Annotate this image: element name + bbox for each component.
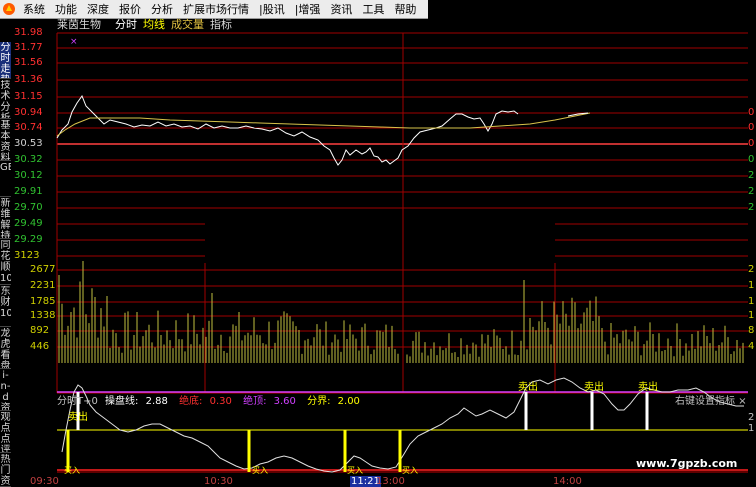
divider-label: 分界: 2.00 — [307, 396, 360, 407]
indicator-header: 分时T+0 操盘线: 2.88 绝底: 0.30 绝顶: 3.60 分界: 2.… — [57, 395, 368, 408]
abs-bottom-label: 绝底: 0.30 — [179, 396, 232, 407]
volume-right-label: 2 — [748, 264, 755, 275]
sell-signal-label: 卖出 — [584, 382, 604, 393]
price-pct-label: 2 — [748, 186, 755, 197]
price-axis-label: 30.12 — [14, 170, 43, 181]
intraday-chart[interactable]: × — [0, 0, 756, 487]
time-axis-label: 09:30 — [30, 476, 59, 487]
price-pct-label: 0 — [748, 122, 755, 133]
abs-top-label: 绝顶: 3.60 — [243, 396, 296, 407]
volume-axis-label: 892 — [30, 325, 50, 336]
watermark: www.7gpzb.com — [636, 457, 738, 470]
price-axis-label: 31.98 — [14, 27, 43, 38]
price-axis-label: 30.53 — [14, 138, 43, 149]
price-axis-label: 3123 — [14, 250, 40, 261]
price-axis-label: 31.56 — [14, 57, 43, 68]
volume-right-label: 4 — [748, 341, 755, 352]
cursor-marker: × — [70, 37, 78, 47]
price-line — [56, 94, 519, 166]
price-axis-label: 30.94 — [14, 107, 43, 118]
price-axis-label: 29.70 — [14, 202, 43, 213]
sell-signal-label: 卖出 — [68, 412, 88, 423]
volume-axis-label: 2231 — [30, 280, 56, 291]
time-axis-label: 13:00 — [376, 476, 405, 487]
price-axis-label: 31.77 — [14, 42, 43, 53]
buy-signal-label: 买入 — [402, 466, 418, 475]
price-pct-label: 2 — [748, 170, 755, 181]
buy-signal-label: 买入 — [252, 466, 268, 475]
volume-axis-label: 1338 — [30, 310, 56, 321]
price-axis-label: 29.29 — [14, 234, 43, 245]
price-axis-label: 31.15 — [14, 91, 43, 102]
price-axis-label: 29.49 — [14, 218, 43, 229]
price-pct-label: 0 — [748, 107, 755, 118]
price-pct-label: 0 — [748, 154, 755, 165]
price-axis-label: 31.36 — [14, 74, 43, 85]
price-pct-label: 2 — [748, 202, 755, 213]
indicator-settings[interactable]: 右键设置指标 × — [675, 395, 747, 408]
buy-signal-label: 买入 — [64, 466, 80, 475]
volume-right-label: 1 — [748, 296, 755, 307]
price-axis-label: 30.74 — [14, 122, 43, 133]
volume-axis-label: 446 — [30, 341, 50, 352]
close-icon[interactable]: × — [738, 396, 746, 407]
volume-axis-label: 2677 — [30, 264, 56, 275]
price-axis-label: 29.91 — [14, 186, 43, 197]
sell-signal-label: 卖出 — [518, 382, 538, 393]
volume-axis-label: 1785 — [30, 296, 56, 307]
buy-signal-label: 买入 — [347, 466, 363, 475]
op-line-label: 操盘线: 2.88 — [105, 396, 168, 407]
time-axis-label: 10:30 — [204, 476, 233, 487]
average-line — [56, 112, 591, 137]
indicator-name[interactable]: 分时T+0 — [57, 396, 98, 407]
volume-right-label: 8 — [748, 325, 755, 336]
sell-signal-label: 卖出 — [638, 382, 658, 393]
indicator-right-label: 1 — [748, 423, 755, 434]
volume-right-label: 1 — [748, 310, 755, 321]
indicator-right-label: 2 — [748, 412, 755, 423]
price-axis-label: 30.32 — [14, 154, 43, 165]
price-pct-label: 0 — [748, 138, 755, 149]
volume-right-label: 1 — [748, 280, 755, 291]
time-axis-label: 14:00 — [553, 476, 582, 487]
